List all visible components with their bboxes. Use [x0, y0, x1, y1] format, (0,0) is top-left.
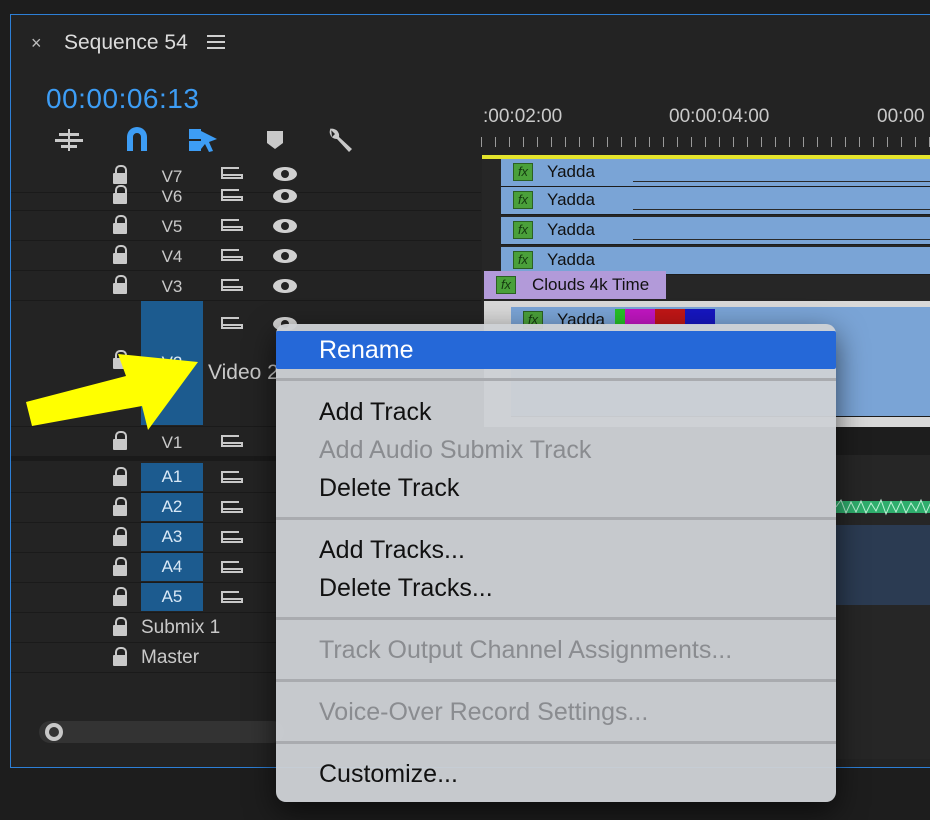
lock-icon[interactable] — [113, 557, 127, 576]
track-name[interactable]: V5 — [141, 217, 203, 237]
eye-icon[interactable] — [273, 219, 297, 233]
close-panel-icon[interactable]: × — [31, 33, 42, 54]
clip-name: Clouds 4k Time — [532, 275, 650, 294]
lock-icon[interactable] — [113, 647, 127, 666]
menu-separator — [276, 378, 836, 381]
menu-separator — [276, 741, 836, 744]
menu-separator — [276, 517, 836, 520]
menu-item-delete-tracks[interactable]: Delete Tracks... — [276, 569, 836, 607]
fx-badge-icon: fx — [513, 191, 533, 209]
sync-lock-icon[interactable] — [221, 435, 243, 449]
track-context-menu: Rename Add Track Add Audio Submix Track … — [276, 324, 836, 802]
audio-clip-blue[interactable] — [836, 525, 930, 605]
nest-sequence-icon[interactable] — [53, 125, 85, 155]
lock-icon[interactable] — [113, 215, 127, 234]
fx-badge-icon: fx — [513, 163, 533, 181]
fx-badge-icon: fx — [496, 276, 516, 294]
menu-item-track-output-channel-assignments: Track Output Channel Assignments... — [319, 636, 733, 664]
fx-badge-icon: fx — [513, 251, 533, 269]
sync-lock-icon[interactable] — [221, 531, 243, 545]
scroll-handle[interactable] — [45, 723, 63, 741]
sync-lock-icon[interactable] — [221, 189, 243, 203]
lock-icon[interactable] — [113, 497, 127, 516]
track-header-v6[interactable]: V6 — [11, 181, 481, 211]
fx-badge-icon: fx — [513, 221, 533, 239]
video-2-track-label: Video 2 — [208, 361, 279, 384]
sync-lock-icon[interactable] — [221, 471, 243, 485]
track-name[interactable]: V3 — [141, 277, 203, 297]
timeline-clip[interactable]: fx Yadda — [501, 159, 930, 187]
ruler-label: 00:00:04:00 — [669, 106, 770, 127]
clip-name: Yadda — [547, 250, 595, 269]
menu-separator — [276, 679, 836, 682]
clip-name: Yadda — [547, 190, 595, 209]
ruler-ticks — [481, 137, 930, 147]
wrench-settings-icon[interactable] — [323, 125, 355, 155]
sync-lock-icon[interactable] — [221, 167, 243, 181]
lock-icon[interactable] — [113, 245, 127, 264]
sync-lock-icon[interactable] — [221, 501, 243, 515]
lock-icon[interactable] — [113, 527, 127, 546]
track-name[interactable]: Submix 1 — [141, 617, 241, 639]
track-header-v3[interactable]: V3 — [11, 271, 481, 301]
lock-icon[interactable] — [113, 185, 127, 204]
menu-item-add-audio-submix-track: Add Audio Submix Track — [319, 436, 592, 464]
eye-icon[interactable] — [273, 167, 297, 181]
audio-waveform — [836, 498, 930, 516]
time-ruler[interactable]: :00:02:00 00:00:04:00 00:00 — [481, 103, 930, 153]
menu-item-voice-over-record-settings: Voice-Over Record Settings... — [319, 698, 649, 726]
track-name[interactable]: V6 — [141, 187, 203, 207]
lock-icon[interactable] — [113, 275, 127, 294]
lock-icon[interactable] — [113, 617, 127, 636]
sync-lock-icon[interactable] — [221, 279, 243, 293]
lock-icon[interactable] — [113, 587, 127, 606]
track-header-v4[interactable]: V4 — [11, 241, 481, 271]
snap-magnet-icon[interactable] — [121, 125, 153, 155]
menu-item-add-track[interactable]: Add Track — [276, 393, 836, 431]
track-name[interactable]: Master — [141, 647, 241, 669]
menu-item-rename[interactable]: Rename — [276, 331, 836, 369]
track-name[interactable]: V4 — [141, 247, 203, 267]
linked-selection-icon[interactable] — [187, 125, 219, 155]
sequence-tab-title[interactable]: Sequence 54 — [64, 31, 188, 55]
annotation-arrow — [26, 354, 198, 430]
playhead-timecode[interactable]: 00:00:06:13 — [46, 83, 199, 115]
ruler-label: :00:02:00 — [483, 106, 563, 127]
panel-menu-icon[interactable] — [207, 35, 225, 53]
sync-lock-icon[interactable] — [221, 591, 243, 605]
menu-item-add-tracks[interactable]: Add Tracks... — [276, 531, 836, 569]
track-name[interactable]: A2 — [141, 493, 203, 521]
track-header-v5[interactable]: V5 — [11, 211, 481, 241]
menu-item-delete-track[interactable]: Delete Track — [276, 469, 836, 507]
add-marker-icon[interactable] — [259, 125, 291, 155]
eye-icon[interactable] — [273, 249, 297, 263]
track-name[interactable]: A5 — [141, 583, 203, 611]
timeline-clip[interactable]: fx Yadda — [501, 217, 930, 245]
eye-icon[interactable] — [273, 279, 297, 293]
menu-item-customize[interactable]: Customize... — [276, 755, 836, 793]
track-name[interactable]: A4 — [141, 553, 203, 581]
clip-name: Yadda — [547, 220, 595, 239]
ruler-label: 00:00 — [877, 106, 925, 127]
clip-name: Yadda — [547, 162, 595, 181]
menu-separator — [276, 617, 836, 620]
sync-lock-icon[interactable] — [221, 249, 243, 263]
sync-lock-icon[interactable] — [221, 219, 243, 233]
eye-icon[interactable] — [273, 189, 297, 203]
track-name[interactable]: A1 — [141, 463, 203, 491]
horizontal-zoom-scrollbar[interactable] — [39, 721, 284, 743]
sync-lock-icon[interactable] — [221, 317, 243, 331]
sync-lock-icon[interactable] — [221, 561, 243, 575]
lock-icon[interactable] — [113, 467, 127, 486]
track-name[interactable]: A3 — [141, 523, 203, 551]
timeline-clip[interactable]: fx Yadda — [501, 187, 930, 215]
timeline-clip-clouds[interactable]: fx Clouds 4k Time — [484, 271, 666, 299]
